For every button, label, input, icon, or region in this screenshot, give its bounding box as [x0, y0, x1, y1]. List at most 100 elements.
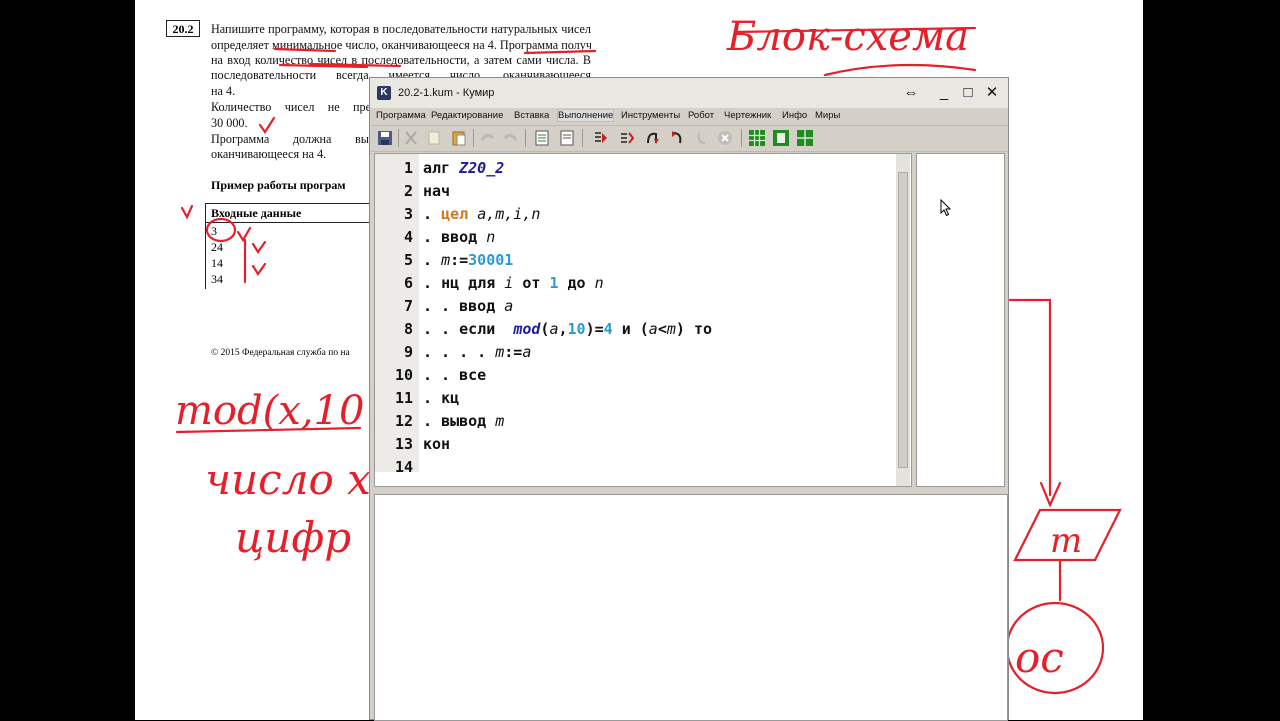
cut-icon[interactable] [402, 129, 420, 147]
menu-run[interactable]: Выполнение [556, 109, 615, 122]
line-number: 2 [403, 182, 413, 200]
line-number: 14 [394, 458, 413, 476]
scrollbar-thumb[interactable] [898, 172, 908, 468]
keyword: то [693, 320, 712, 338]
check-mark [236, 226, 252, 243]
line-number: 1 [403, 159, 413, 177]
menu-worlds[interactable]: Миры [815, 110, 840, 121]
kumir-app-icon: K [377, 86, 391, 100]
check-mark [180, 204, 194, 220]
line-number: 5 [403, 251, 413, 269]
code-line[interactable]: 13 кон [375, 433, 895, 456]
indent-dots: . . [423, 320, 451, 338]
run-icon[interactable] [592, 129, 610, 147]
code-line[interactable]: 2 нач [375, 180, 895, 203]
code-line[interactable]: 3. цел a,m,i,n [375, 203, 895, 226]
keyword: до [567, 274, 586, 292]
code-line[interactable]: 9 . . . . m:=a [375, 341, 895, 364]
output-console[interactable] [374, 494, 1008, 721]
step-back-icon[interactable] [693, 129, 711, 147]
save-icon[interactable] [376, 129, 394, 147]
insert-line-icon[interactable] [533, 129, 551, 147]
redo-icon[interactable] [502, 129, 520, 147]
menu-drawer[interactable]: Чертежник [724, 110, 771, 121]
step-out-icon[interactable] [668, 129, 686, 147]
check-mark [258, 116, 276, 134]
flowchart-arrow [1008, 298, 1052, 497]
toolbar-separator [398, 129, 399, 147]
toolbar-separator [741, 129, 742, 147]
line-number: 12 [394, 412, 413, 430]
minimize-button[interactable]: _ [933, 83, 955, 103]
line-number: 7 [403, 297, 413, 315]
number-literal: 10 [567, 320, 586, 338]
line-number: 8 [403, 320, 413, 338]
code-line[interactable]: 14 [375, 456, 895, 479]
menu-edit[interactable]: Редактирование [431, 110, 503, 121]
code-line[interactable]: 4. ввод n [375, 226, 895, 249]
menu-insert[interactable]: Вставка [514, 110, 549, 121]
code-line[interactable]: 1 алг Z20_2 [375, 157, 895, 180]
keyword: если [459, 320, 496, 338]
undo-icon[interactable] [478, 129, 496, 147]
restore-icon[interactable]: ⇔ [900, 83, 922, 103]
toolbar [370, 125, 1008, 152]
check-mark [251, 240, 267, 254]
code-line[interactable]: 5. m:=30001 [375, 249, 895, 272]
keyword: ввод [459, 297, 496, 315]
code-line[interactable]: 10 . . все [375, 364, 895, 387]
paste-icon[interactable] [450, 129, 468, 147]
variable: n [486, 228, 496, 246]
remove-line-icon[interactable] [558, 129, 576, 147]
frame-icon[interactable] [772, 129, 790, 147]
toolbar-separator [582, 129, 583, 147]
step-icon[interactable] [618, 129, 636, 147]
close-button[interactable]: ✕ [981, 83, 1003, 103]
annotation-m: m [1050, 521, 1082, 561]
variable: m [495, 343, 505, 361]
grid-icon[interactable] [748, 129, 766, 147]
comma: , [558, 320, 568, 338]
operator: )= [585, 320, 604, 338]
menu-tools[interactable]: Инструменты [621, 110, 680, 121]
menu-bar: Программа Редактирование Вставка Выполне… [370, 108, 1008, 125]
code-line[interactable]: 7 . . ввод a [375, 295, 895, 318]
menu-info[interactable]: Инфо [782, 110, 807, 121]
annotation-blok-schema: Блок-схема [726, 14, 969, 60]
operator: := [504, 343, 523, 361]
title-bar[interactable]: K 20.2-1.kum - Кумир ⇔ _ □ ✕ [370, 78, 1008, 108]
variable: m [666, 320, 676, 338]
code-line[interactable]: 12. вывод m [375, 410, 895, 433]
menu-program[interactable]: Программа [376, 110, 426, 121]
annotation-chislo: число x- [205, 455, 384, 504]
line-number: 9 [403, 343, 413, 361]
operator: < [657, 320, 667, 338]
code-area[interactable]: 1 алг Z20_2 2 нач 3. цел a,m,i,n 4. ввод n… [375, 154, 895, 476]
code-line[interactable]: 8. . если mod(a,10)=4 и (a<m) то [375, 318, 895, 341]
variable: m [441, 251, 451, 269]
kumir-window: K 20.2-1.kum - Кумир ⇔ _ □ ✕ Программа Р… [369, 77, 1009, 721]
copy-icon[interactable] [426, 129, 444, 147]
maximize-button[interactable]: □ [957, 83, 979, 103]
line-number: 6 [403, 274, 413, 292]
indent-dots: . [423, 228, 433, 246]
split-grid-icon[interactable] [796, 129, 814, 147]
keyword: и [621, 320, 631, 338]
variable-list: a,m,i,n [477, 205, 541, 223]
editor-scrollbar[interactable] [896, 154, 910, 486]
menu-robot[interactable]: Робот [688, 110, 714, 121]
keyword: кон [423, 435, 451, 453]
keyword: кц [441, 389, 460, 407]
stop-icon[interactable] [716, 129, 734, 147]
code-line[interactable]: 6. нц для i от 1 до n [375, 272, 895, 295]
annotation-mod: mod(x,10 [175, 388, 364, 434]
indent-dots: . [423, 389, 433, 407]
code-editor[interactable]: 1 алг Z20_2 2 нач 3. цел a,m,i,n 4. ввод n… [374, 153, 912, 487]
indent-dots: . [423, 274, 433, 292]
line-number: 13 [394, 435, 413, 453]
step-into-icon[interactable] [644, 129, 662, 147]
variable: m [495, 412, 505, 430]
code-line[interactable]: 11. кц [375, 387, 895, 410]
indent-dots: . . [423, 366, 451, 384]
keyword: нц для [441, 274, 496, 292]
